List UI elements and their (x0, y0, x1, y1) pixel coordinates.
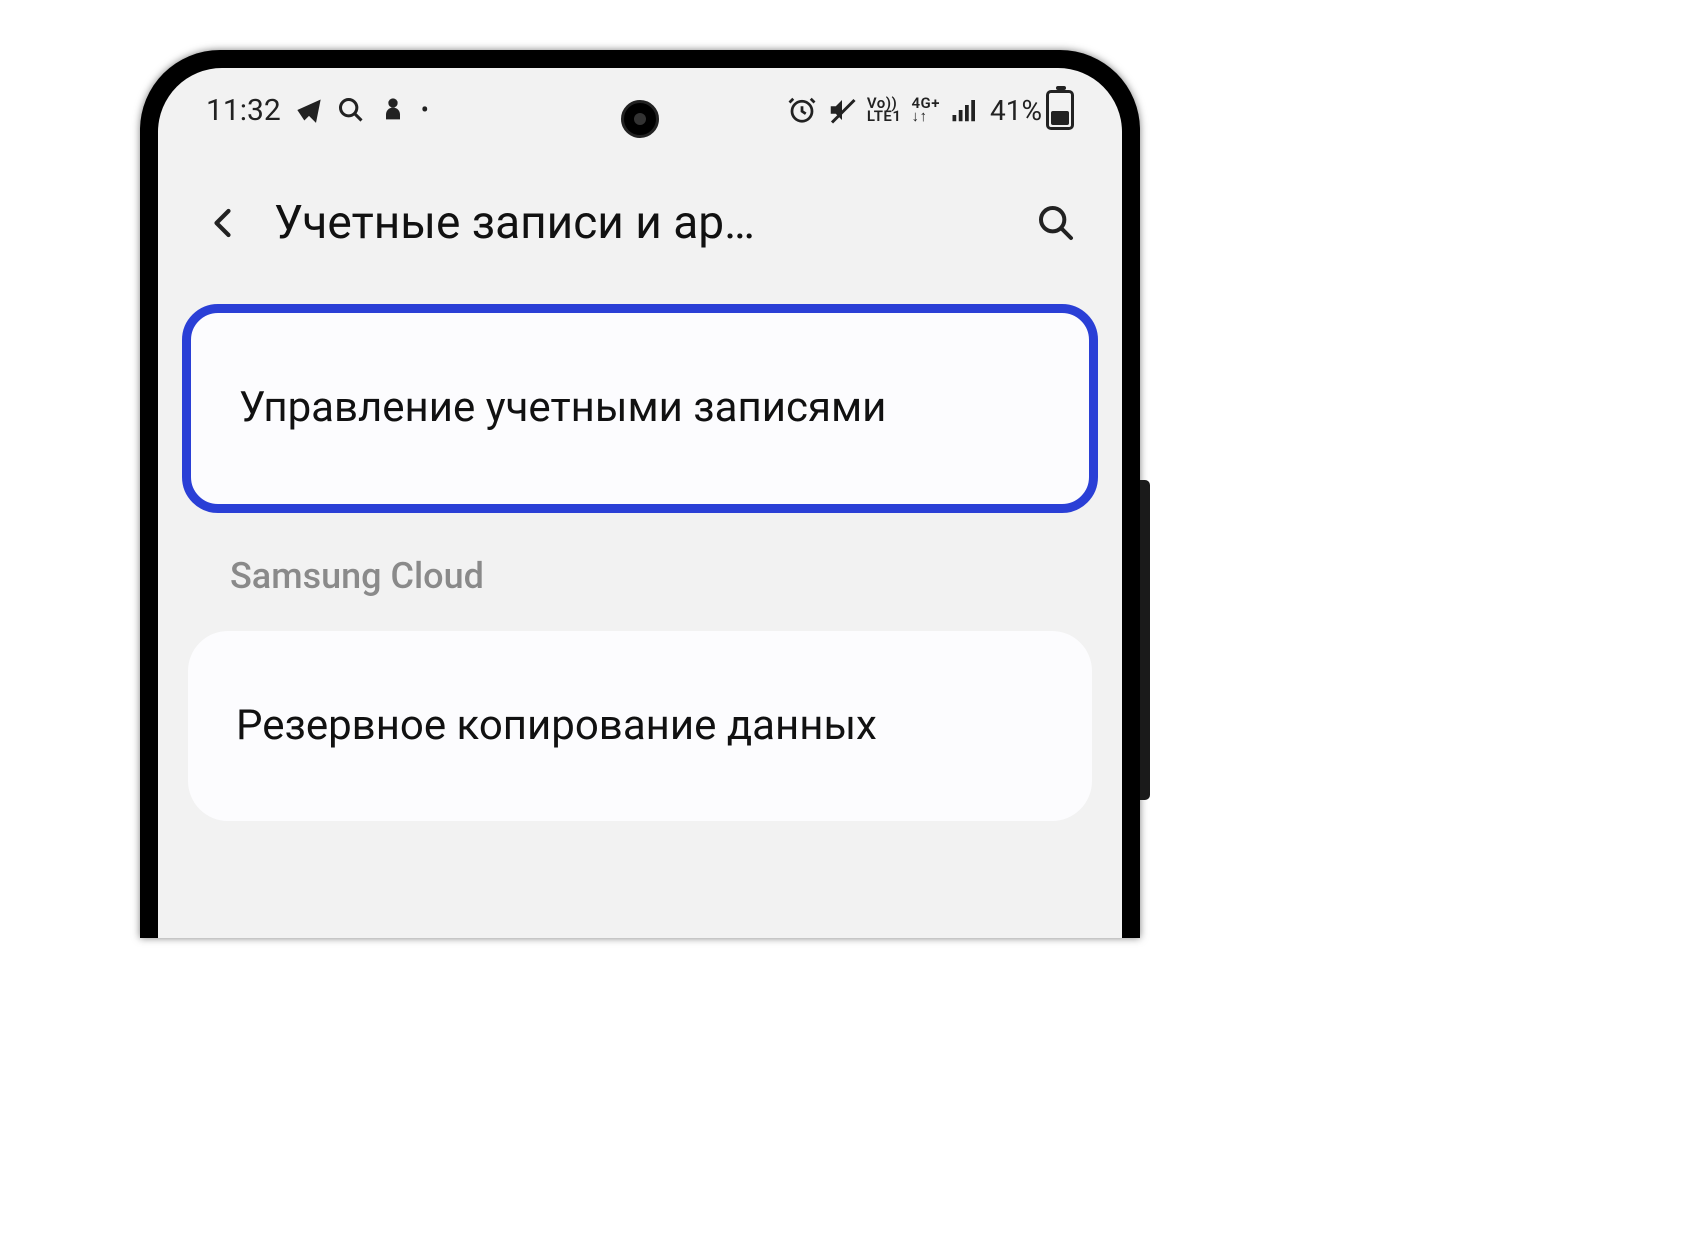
more-notifications-dot-icon: • (421, 96, 429, 124)
side-button (1140, 480, 1150, 800)
camera-hole (621, 100, 659, 138)
telegram-icon (295, 96, 323, 124)
app-notification-icon (379, 96, 407, 124)
mute-icon (827, 95, 857, 125)
battery-icon (1046, 90, 1074, 130)
backup-data-item[interactable]: Резервное копирование данных (188, 631, 1092, 822)
section-header-samsung-cloud: Samsung Cloud (158, 513, 1122, 631)
status-bar-left: 11:32 • (206, 93, 429, 128)
page-title: Учетные записи и ар… (274, 196, 1006, 250)
status-bar-right: Vo)) LTE1 4G+ ↓↑ 41% (787, 90, 1074, 130)
signal-icon (950, 95, 980, 125)
volte-indicator: Vo)) LTE1 (867, 97, 902, 124)
search-button[interactable] (1034, 201, 1078, 245)
battery-percentage: 41% (990, 94, 1042, 127)
backup-data-label: Резервное копирование данных (236, 685, 1044, 768)
app-bar: Учетные записи и ар… (158, 142, 1122, 304)
manage-accounts-item[interactable]: Управление учетными записями (182, 304, 1098, 513)
phone-screen: 11:32 • Vo)) (158, 68, 1122, 938)
battery-indicator: 41% (990, 90, 1074, 130)
alarm-icon (787, 95, 817, 125)
back-button[interactable] (202, 201, 246, 245)
manage-accounts-label: Управление учетными записями (239, 367, 1041, 450)
network-type-indicator: 4G+ ↓↑ (911, 97, 940, 124)
search-icon (337, 96, 365, 124)
phone-frame: 11:32 • Vo)) (140, 50, 1140, 938)
status-time: 11:32 (206, 93, 281, 128)
